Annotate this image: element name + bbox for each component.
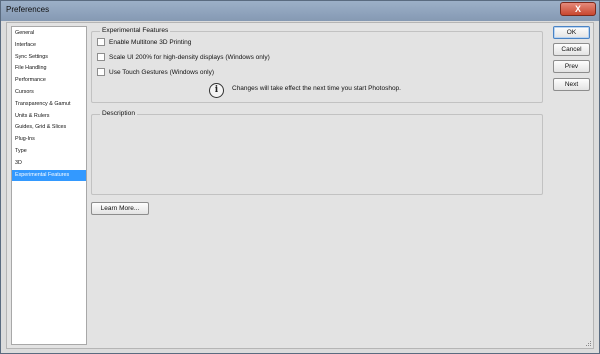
restart-notice: Changes will take effect the next time y… [232,85,401,92]
resize-grip-icon[interactable] [586,341,592,347]
sidebar-item-performance[interactable]: Performance [12,75,86,87]
title-bar[interactable]: Preferences X [1,1,599,21]
sidebar-item-cursors[interactable]: Cursors [12,87,86,99]
next-button[interactable]: Next [553,78,590,91]
close-button[interactable]: X [560,2,596,16]
option-scale-ui-200[interactable]: Scale UI 200% for high-density displays … [97,52,270,62]
window-title: Preferences [6,5,50,14]
category-list: General Interface Sync Settings File Han… [11,26,87,345]
touch-gestures-checkbox[interactable] [97,68,105,76]
sidebar-item-units-rulers[interactable]: Units & Rulers [12,111,86,123]
preferences-window: Preferences X General Interface Sync Set… [0,0,600,354]
sidebar-item-experimental-features[interactable]: Experimental Features [12,169,86,182]
close-icon: X [574,4,581,14]
ok-button[interactable]: OK [553,26,590,39]
sidebar-item-guides-grid-slices[interactable]: Guides, Grid & Slices [12,122,86,134]
sidebar-item-transparency-gamut[interactable]: Transparency & Gamut [12,99,86,111]
info-icon: i [209,83,224,98]
prev-button[interactable]: Prev [553,60,590,73]
learn-more-button[interactable]: Learn More... [91,202,149,215]
description-legend: Description [100,110,137,117]
scale-ui-200-checkbox[interactable] [97,53,105,61]
dialog-body: General Interface Sync Settings File Han… [6,22,594,349]
multitone-3d-printing-label[interactable]: Enable Multitone 3D Printing [109,39,191,46]
sidebar-item-sync-settings[interactable]: Sync Settings [12,52,86,64]
sidebar-item-type[interactable]: Type [12,146,86,158]
scale-ui-200-label[interactable]: Scale UI 200% for high-density displays … [109,54,270,61]
cancel-button[interactable]: Cancel [553,43,590,56]
sidebar-item-interface[interactable]: Interface [12,40,86,52]
option-touch-gestures[interactable]: Use Touch Gestures (Windows only) [97,67,214,77]
description-group: Description [91,110,543,195]
sidebar-item-plug-ins[interactable]: Plug-Ins [12,134,86,146]
sidebar-item-3d[interactable]: 3D [12,158,86,170]
experimental-features-group: Experimental Features Enable Multitone 3… [91,27,543,103]
touch-gestures-label[interactable]: Use Touch Gestures (Windows only) [109,69,214,76]
option-multitone-3d-printing[interactable]: Enable Multitone 3D Printing [97,37,191,47]
experimental-features-legend: Experimental Features [100,27,171,34]
multitone-3d-printing-checkbox[interactable] [97,38,105,46]
sidebar-item-general[interactable]: General [12,28,86,40]
sidebar-item-file-handling[interactable]: File Handling [12,63,86,75]
